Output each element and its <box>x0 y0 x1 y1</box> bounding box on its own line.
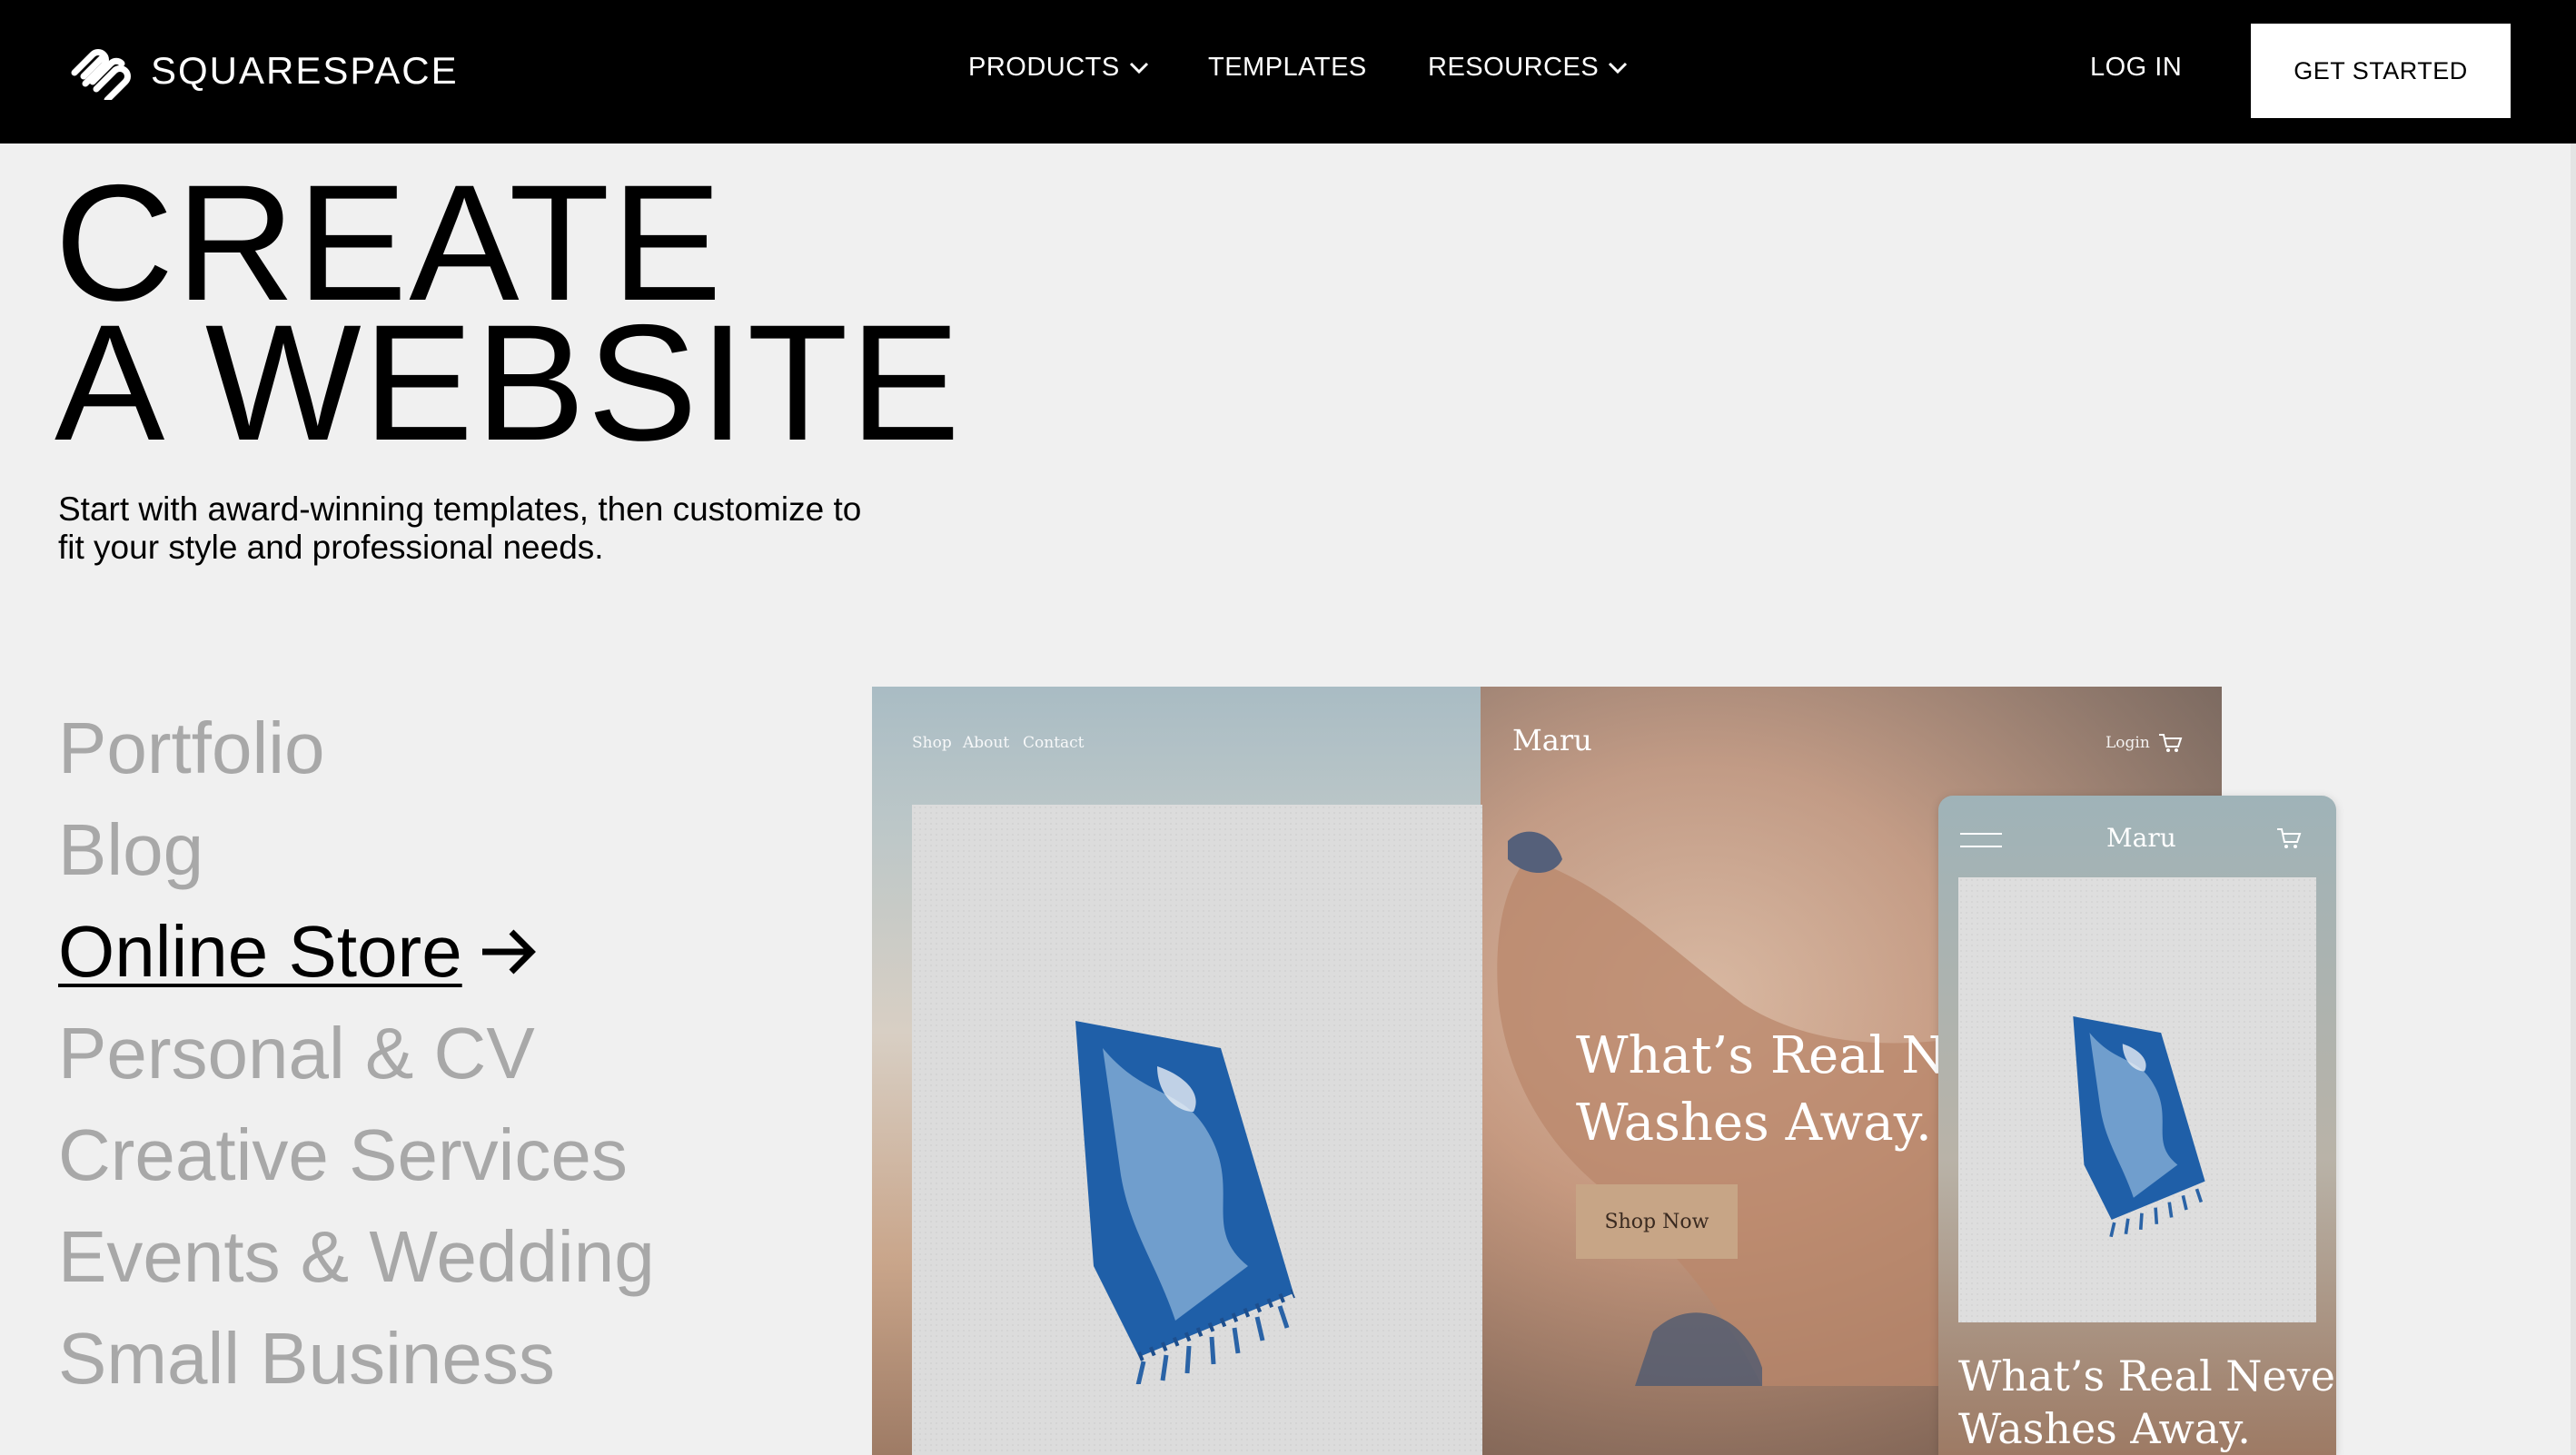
template-preview-mobile[interactable]: Maru What’s Real Never Washes Away. <box>1938 796 2336 1455</box>
chevron-down-icon <box>1129 62 1148 74</box>
arrow-right-icon <box>481 929 536 975</box>
page-title: CREATE A WEBSITE <box>54 160 963 475</box>
squarespace-logo[interactable]: SQUARESPACE <box>65 42 459 100</box>
preview-heading-line-2: Washes Away. <box>1576 1094 1932 1153</box>
category-events-wedding[interactable]: Events & Wedding <box>58 1206 655 1308</box>
nav-products[interactable]: PRODUCTS <box>968 53 1149 83</box>
category-small-business[interactable]: Small Business <box>58 1308 655 1410</box>
hamburger-menu-icon <box>1960 833 2002 847</box>
top-nav: SQUARESPACE PRODUCTS TEMPLATES RESOURCES… <box>0 0 2576 144</box>
hero-subhead: Start with award-winning templates, then… <box>58 490 862 566</box>
cart-icon <box>2159 734 2183 752</box>
category-creative-services[interactable]: Creative Services <box>58 1104 655 1206</box>
scrollbar-track[interactable] <box>2571 144 2576 1455</box>
cart-icon <box>2277 828 2302 848</box>
headline-line-2: A WEBSITE <box>54 290 963 475</box>
nav-resources[interactable]: RESOURCES <box>1428 53 1628 83</box>
preview-login: Login <box>2105 734 2150 752</box>
category-online-store[interactable]: Online Store <box>58 901 655 1003</box>
category-blog[interactable]: Blog <box>58 799 655 901</box>
mobile-brand: Maru <box>2106 823 2176 853</box>
nav-templates[interactable]: TEMPLATES <box>1208 53 1367 83</box>
chevron-down-icon <box>1609 62 1628 74</box>
product-image-card <box>912 805 1482 1455</box>
preview-heading-line-1: What’s Real Nev <box>1576 1026 1957 1085</box>
preview-nav-shop: Shop <box>912 734 952 752</box>
get-started-button[interactable]: GET STARTED <box>2251 24 2511 118</box>
mobile-heading: What’s Real Never Washes Away. <box>1958 1350 2336 1455</box>
preview-heading: What’s Real Nev Washes Away. <box>1576 1023 1957 1157</box>
squarespace-logo-icon <box>71 49 131 100</box>
preview-nav-about: About <box>963 734 1010 752</box>
login-label: LOG IN <box>2090 53 2183 82</box>
shop-now-button[interactable]: Shop Now <box>1576 1184 1738 1259</box>
preview-nav: Shop About Contact Maru Login <box>872 687 2222 805</box>
logo-text: SQUARESPACE <box>151 49 459 92</box>
login-link[interactable]: LOG IN <box>2090 53 2182 83</box>
towel-image <box>2073 1016 2205 1238</box>
mobile-product-image-card <box>1958 877 2316 1322</box>
preview-brand: Maru <box>1512 723 1592 757</box>
get-started-label: GET STARTED <box>2294 56 2468 84</box>
category-list: Portfolio Blog Online Store Personal & C… <box>58 698 655 1410</box>
preview-nav-contact: Contact <box>1023 734 1085 752</box>
nav-templates-label: TEMPLATES <box>1208 53 1367 82</box>
category-portfolio[interactable]: Portfolio <box>58 698 655 799</box>
mobile-heading-line-2: Washes Away. <box>1958 1404 2251 1453</box>
nav-resources-label: RESOURCES <box>1428 53 1600 82</box>
category-online-store-label: Online Store <box>58 911 462 992</box>
mobile-heading-line-1: What’s Real Never <box>1958 1351 2336 1401</box>
category-personal-cv[interactable]: Personal & CV <box>58 1003 655 1104</box>
nav-products-label: PRODUCTS <box>968 53 1120 82</box>
towel-image <box>1075 1021 1295 1384</box>
